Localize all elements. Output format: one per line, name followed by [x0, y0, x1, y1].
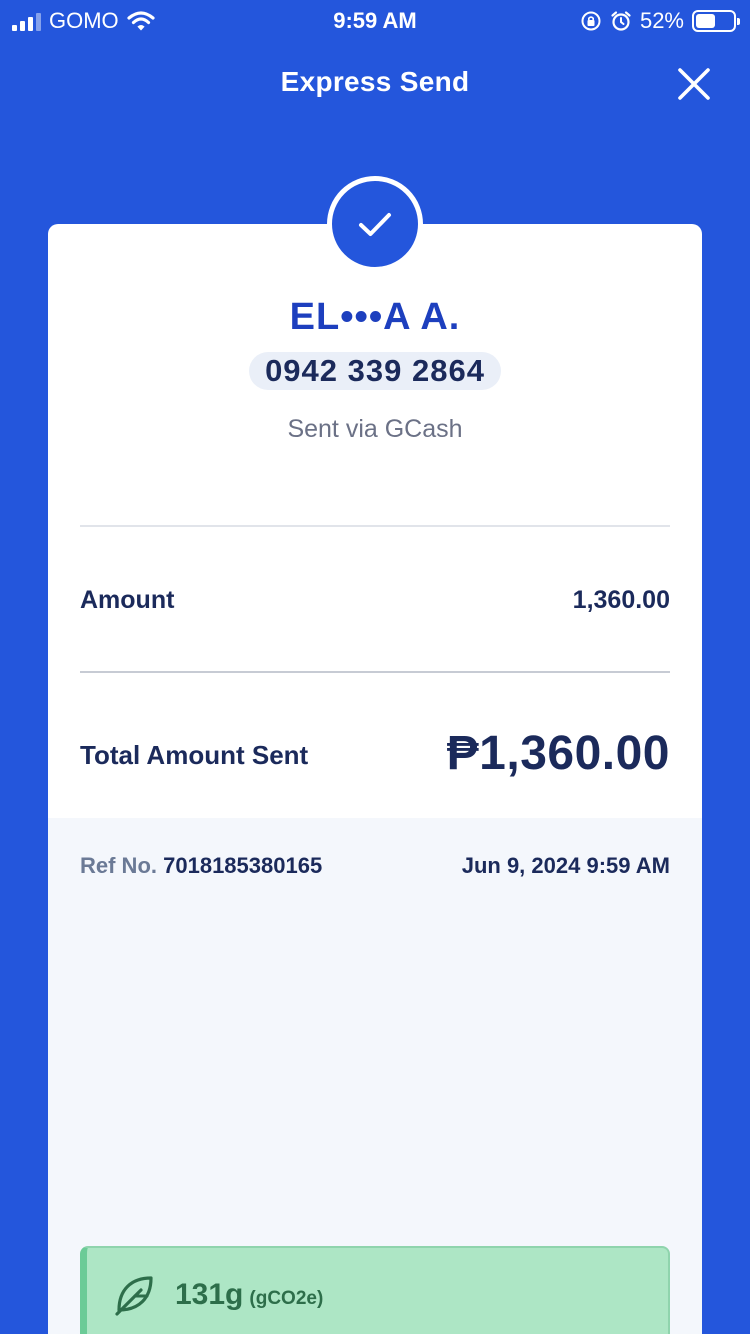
ref-value: 7018185380165: [163, 853, 323, 878]
page-title: Express Send: [280, 66, 470, 97]
reference-number: Ref No. 7018185380165: [80, 853, 322, 879]
battery-icon: [692, 10, 740, 32]
orientation-lock-icon: [581, 11, 601, 31]
battery-fill: [696, 14, 715, 28]
recipient-name: EL•••A A.: [289, 296, 461, 338]
alarm-icon: [611, 11, 631, 31]
transaction-date: Jun 9, 2024 9:59 AM: [461, 853, 670, 878]
transaction-details: Ref No. 7018185380165 Jun 9, 2024 9:59 A…: [48, 818, 702, 1334]
amount-value: 1,360.00: [572, 586, 670, 614]
status-right: 52%: [580, 8, 740, 34]
carbon-footprint-text: 131g (gCO2e): [175, 1278, 323, 1312]
carbon-footprint-banner: 131g (gCO2e): [80, 1246, 670, 1334]
recipient-number: 0942 339 2864: [249, 352, 501, 390]
close-icon: [678, 68, 710, 100]
leaf-icon: [115, 1276, 153, 1316]
battery-percent: 52%: [639, 8, 684, 33]
close-button[interactable]: [672, 62, 716, 106]
carbon-unit: (gCO2e): [249, 1288, 324, 1309]
status-bar: GOMO 9:59 AM 52%: [0, 0, 750, 40]
total-amount-value: ₱1,360.00: [446, 727, 670, 780]
amount-label: Amount: [80, 586, 175, 614]
receipt-card: EL•••A A. 0942 339 2864 Sent via GCash A…: [48, 224, 702, 1334]
success-badge: [327, 176, 423, 272]
sent-via-label: Sent via GCash: [287, 415, 463, 443]
total-amount-label: Total Amount Sent: [80, 740, 309, 770]
divider: [80, 671, 670, 673]
checkmark-icon: [359, 213, 391, 236]
carbon-value: 131g: [175, 1278, 244, 1311]
ref-label: Ref No.: [80, 853, 157, 878]
divider: [80, 525, 670, 527]
recipient-number-wrap: 0942 339 2864: [48, 352, 702, 390]
